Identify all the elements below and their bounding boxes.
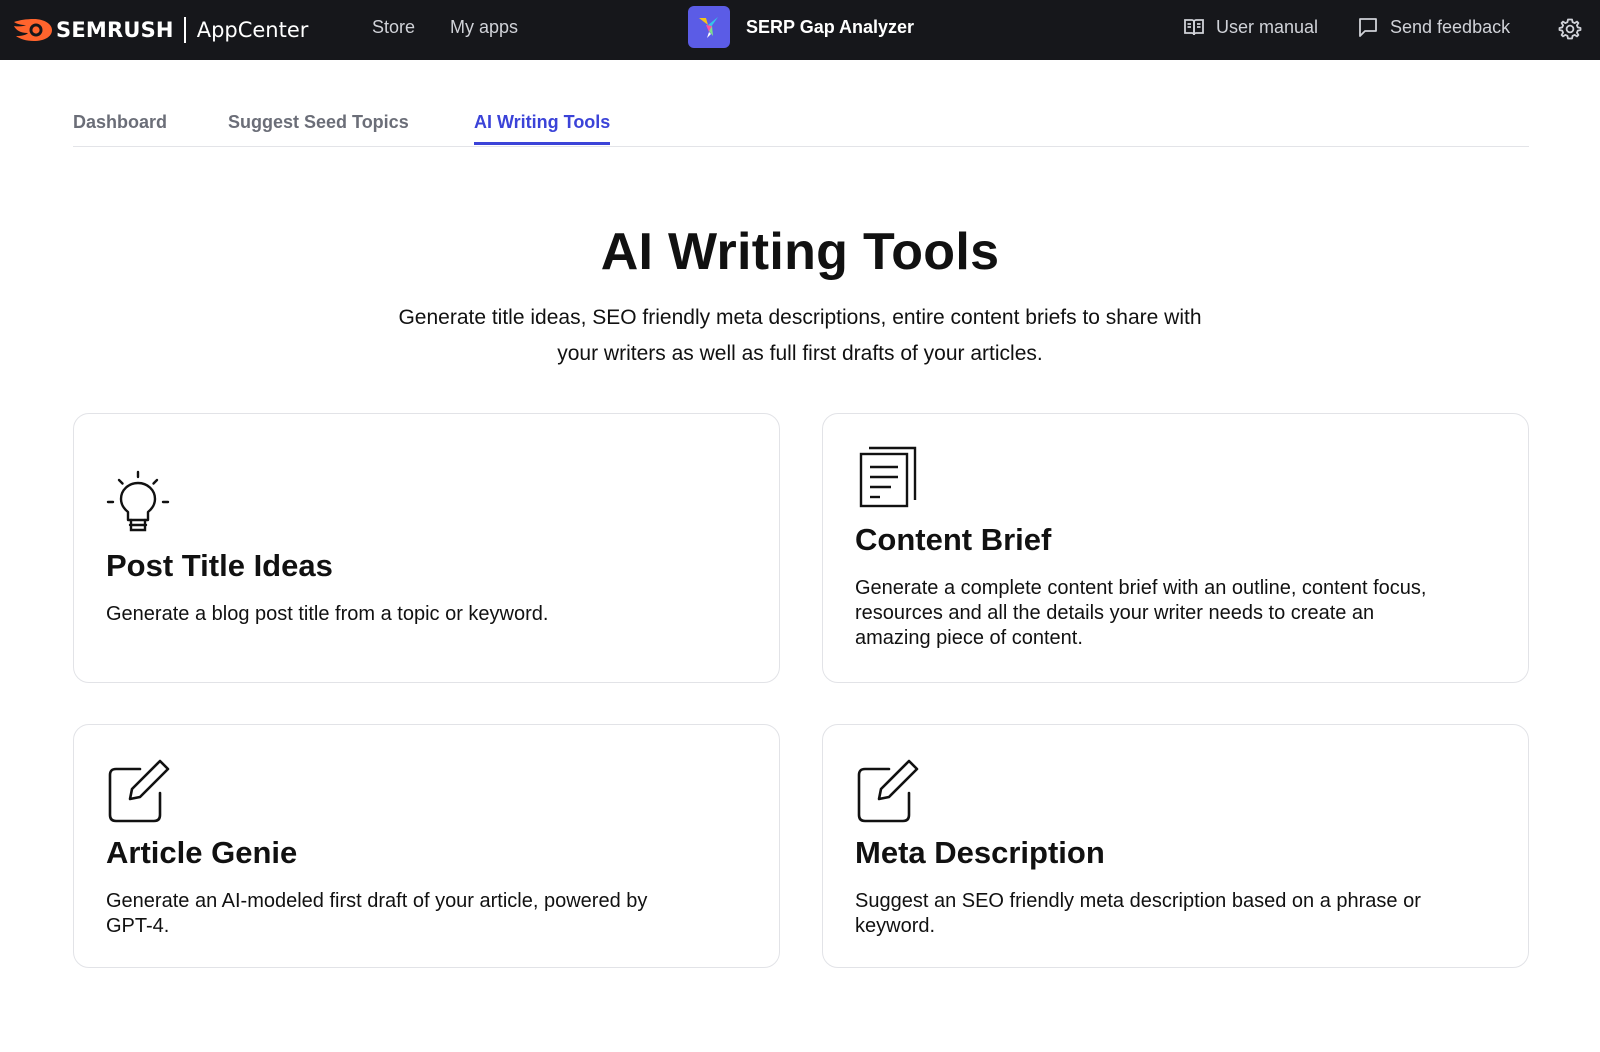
card-post-title-ideas[interactable]: Post Title Ideas Generate a blog post ti… [73,413,780,683]
send-feedback-label: Send feedback [1390,16,1511,37]
page-title: AI Writing Tools [600,223,1000,281]
edit-pencil-icon [108,759,170,823]
gear-icon[interactable] [1558,17,1582,41]
semrush-appcenter-logo[interactable]: SEMRUSH AppCenter [12,14,308,46]
brand-divider [183,17,186,43]
brand-name: SEMRUSH [56,18,174,42]
hummingbird-icon [699,17,718,38]
user-manual-label: User manual [1216,16,1319,37]
user-manual-link[interactable]: User manual [1183,16,1318,38]
card-content-brief[interactable]: Content Brief Generate a complete conten… [822,413,1529,683]
edit-pencil-icon [857,759,919,823]
tab-suggest-seed-topics[interactable]: Suggest Seed Topics [228,112,409,143]
tab-bar: Dashboard Suggest Seed Topics AI Writing… [73,96,1529,147]
top-bar: SEMRUSH AppCenter Store My apps SERP Gap… [0,0,1600,60]
page-subtitle: Generate title ideas, SEO friendly meta … [398,306,1202,365]
app-logo [688,6,730,48]
current-app[interactable]: SERP Gap Analyzer [688,6,914,48]
card-title: Content Brief [855,522,1052,557]
card-title: Article Genie [106,835,298,870]
nav-my-apps[interactable]: My apps [450,17,518,38]
card-meta-description[interactable]: Meta Description Suggest an SEO friendly… [822,724,1529,968]
tab-ai-writing-tools[interactable]: AI Writing Tools [474,112,611,145]
nav-store[interactable]: Store [372,17,415,38]
app-name: SERP Gap Analyzer [746,16,915,37]
card-description: Generate a blog post title from a topic … [106,603,549,625]
document-stack-icon [859,446,917,508]
card-description: Generate an AI-modeled first draft of yo… [106,890,648,937]
card-title: Post Title Ideas [106,548,333,583]
chat-bubble-icon [1359,18,1377,37]
tab-dashboard[interactable]: Dashboard [73,112,167,143]
book-icon [1184,19,1204,36]
brand-app-name: AppCenter [196,18,309,42]
card-description: Generate a complete content brief with a… [855,577,1427,649]
lightbulb-icon [106,470,170,532]
card-description: Suggest an SEO friendly meta description… [855,890,1421,937]
card-article-genie[interactable]: Article Genie Generate an AI-modeled fir… [73,724,780,968]
send-feedback-link[interactable]: Send feedback [1357,16,1510,38]
semrush-fireball-icon [14,19,52,41]
card-title: Meta Description [855,835,1105,870]
